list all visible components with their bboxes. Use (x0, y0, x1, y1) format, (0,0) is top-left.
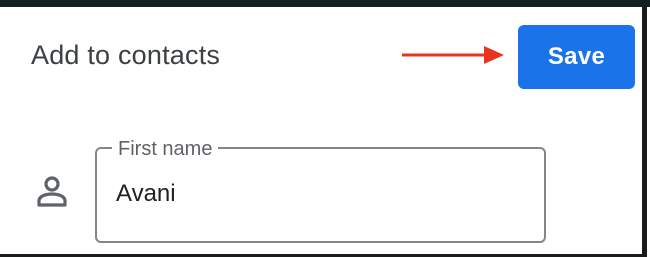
first-name-label: First name (112, 138, 219, 160)
page-title: Add to contacts (31, 40, 221, 70)
save-button[interactable]: Save (518, 25, 635, 89)
person-icon (37, 176, 67, 207)
first-name-input[interactable] (116, 180, 516, 208)
window-top-strip (0, 0, 650, 7)
arrow-right-icon (402, 46, 504, 64)
